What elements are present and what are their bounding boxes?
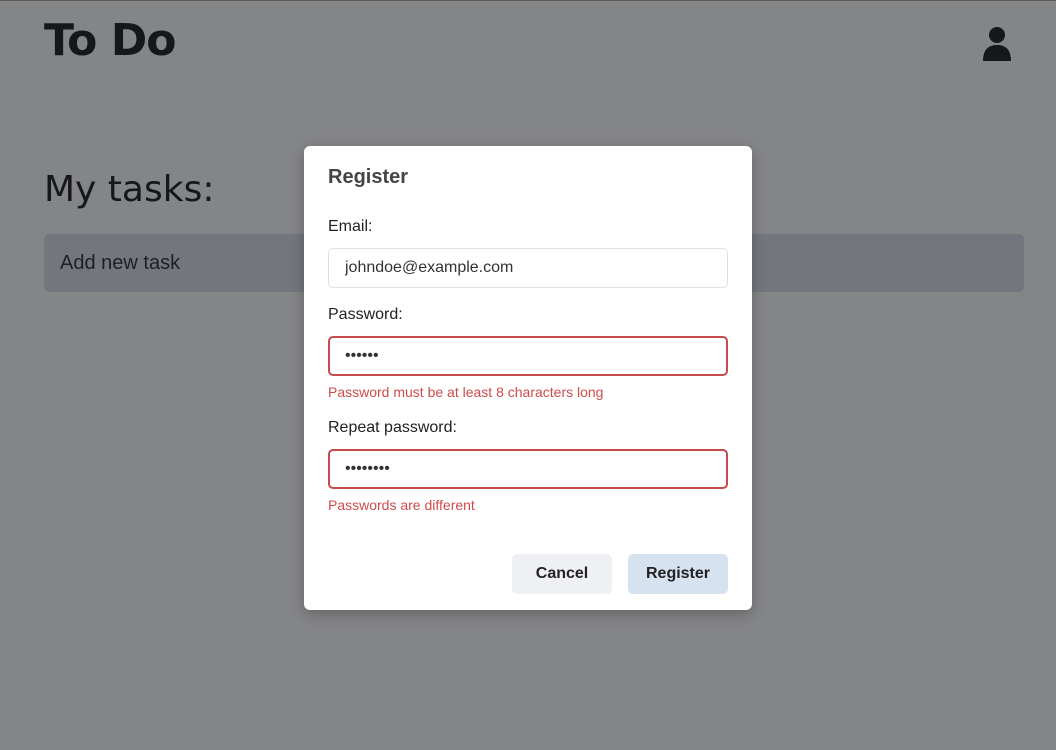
register-button[interactable]: Register (628, 554, 728, 594)
cancel-button[interactable]: Cancel (512, 554, 612, 594)
register-dialog: Register Email: Password: Password must … (304, 146, 752, 610)
repeat-password-label: Repeat password: (328, 419, 457, 436)
email-label: Email: (328, 218, 373, 235)
repeat-password-error: Passwords are different (328, 497, 475, 513)
email-field[interactable] (328, 248, 728, 288)
app-page: To Do My tasks: Add new task Register Em… (0, 0, 1056, 750)
password-label: Password: (328, 306, 403, 323)
password-error: Password must be at least 8 characters l… (328, 384, 604, 400)
dialog-title: Register (328, 166, 409, 188)
repeat-password-field[interactable] (328, 449, 728, 489)
password-field[interactable] (328, 336, 728, 376)
